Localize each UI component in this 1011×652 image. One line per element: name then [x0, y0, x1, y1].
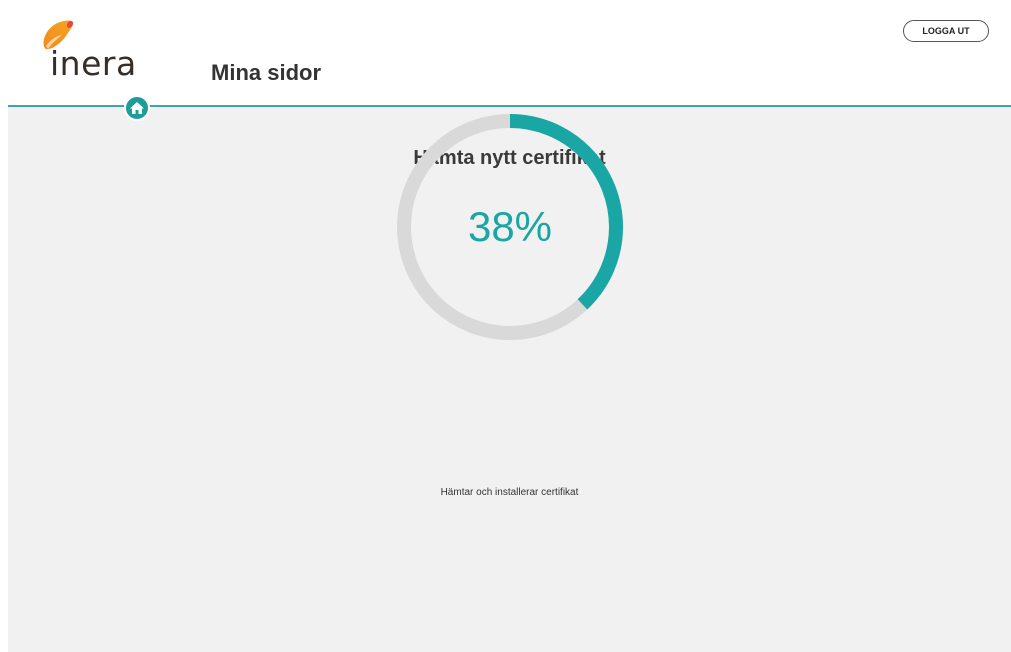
- header-divider: [8, 105, 1011, 107]
- logout-button[interactable]: LOGGA UT: [903, 20, 989, 42]
- status-text: Hämtar och installerar certifikat: [440, 487, 579, 498]
- page-title: Mina sidor: [211, 60, 322, 85]
- home-icon: [129, 101, 145, 115]
- logo-text: inera: [50, 44, 137, 83]
- progress-percent: 38%: [467, 203, 553, 250]
- site-header: inera Mina sidor LOGGA UT: [0, 0, 1011, 106]
- home-button[interactable]: [124, 95, 150, 121]
